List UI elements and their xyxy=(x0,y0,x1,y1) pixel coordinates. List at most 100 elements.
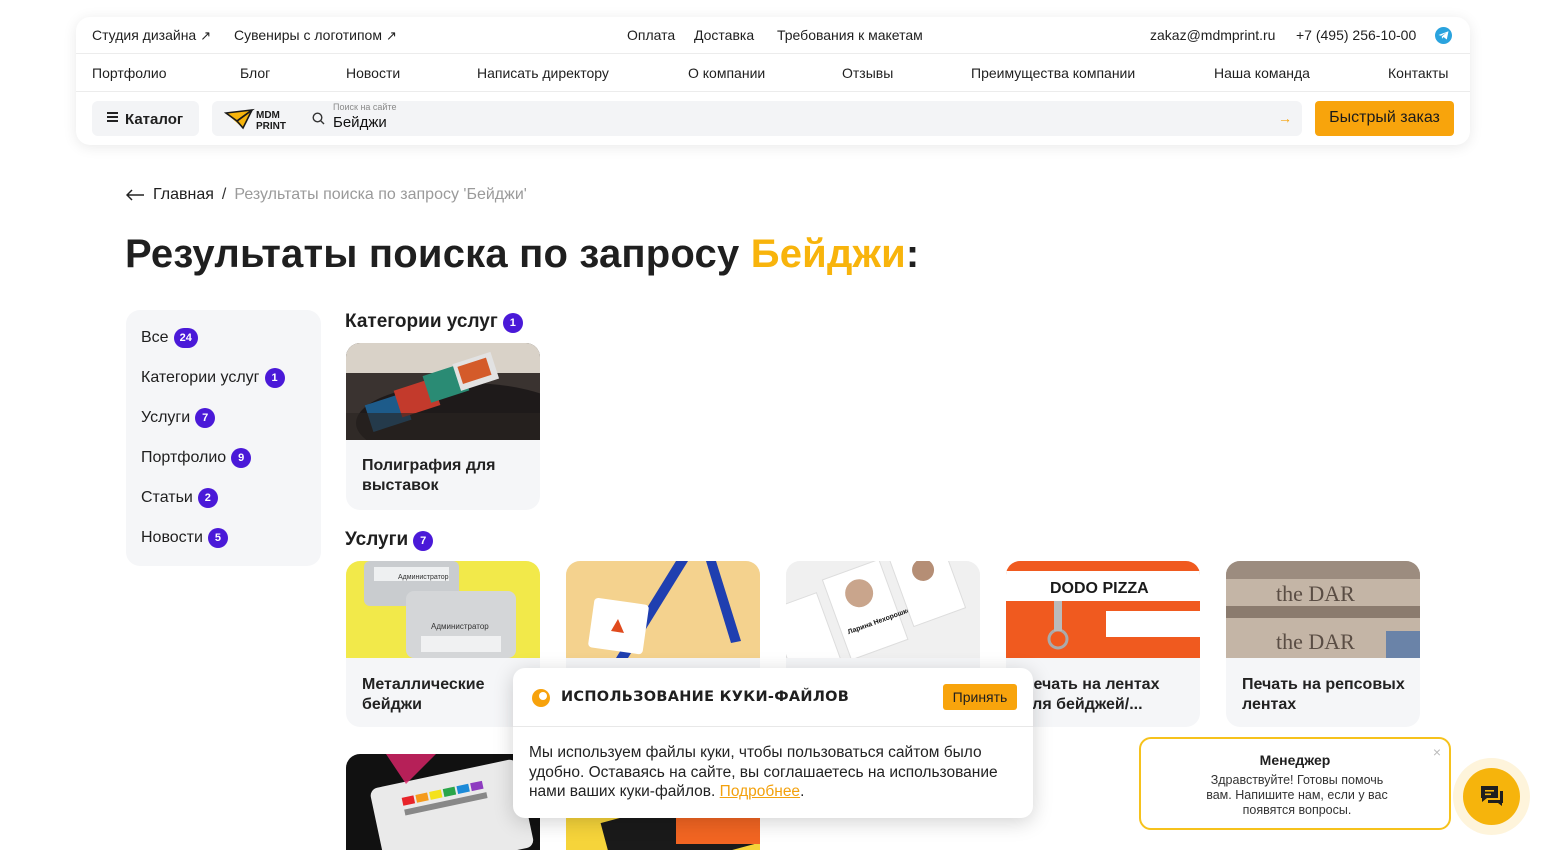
card-title-line: Металлические xyxy=(362,676,485,693)
nav-team[interactable]: Наша команда xyxy=(1214,65,1310,81)
count-badge: 24 xyxy=(173,328,198,348)
chat-bubble-icon xyxy=(1481,786,1503,806)
section-title-label: Услуги xyxy=(345,529,409,550)
delivery-link[interactable]: Доставка xyxy=(694,27,754,43)
main-nav: Портфолио Блог Новости Написать директор… xyxy=(76,54,1470,92)
breadcrumb-home[interactable]: Главная xyxy=(153,186,214,203)
telegram-icon[interactable] xyxy=(1435,27,1452,44)
cookie-title: ИСПОЛЬЗОВАНИЕ КУКИ-ФАЙЛОВ xyxy=(561,689,850,705)
filter-label: Статьи xyxy=(141,489,193,506)
cookie-text: Мы используем файлы куки, чтобы пользова… xyxy=(529,744,998,800)
top-bar: Студия дизайна ↗ Сувениры с логотипом ↗ Оп… xyxy=(76,17,1470,54)
phone-link[interactable]: +7 (495) 256-10-00 xyxy=(1296,27,1416,43)
close-icon[interactable]: × xyxy=(1433,744,1441,760)
nav-portfolio[interactable]: Портфолио xyxy=(92,65,167,81)
card-title-line: выставок xyxy=(362,477,439,494)
search-input[interactable]: Поиск на сайте Бейджи → xyxy=(302,101,1302,136)
filter-label: Услуги xyxy=(141,409,191,426)
card-plastic-badges[interactable] xyxy=(346,754,540,850)
card-title-line: Печать на лентах xyxy=(1022,676,1160,693)
badge-image-text: Администратор xyxy=(431,622,489,631)
filter-articles[interactable]: Статьи 2 xyxy=(141,488,218,508)
filter-portfolio[interactable]: Портфолио 9 xyxy=(141,448,252,468)
souvenirs-link[interactable]: Сувениры с логотипом ↗ xyxy=(234,27,397,44)
card-exhibition-printing[interactable]: Полиграфия для выставок xyxy=(346,343,540,510)
cookie-more-link[interactable]: Подробнее xyxy=(720,783,800,800)
section-title-categories: Категории услуг 1 xyxy=(345,311,523,333)
design-studio-link[interactable]: Студия дизайна ↗ xyxy=(92,27,211,44)
ribbon-image-text: DODO PIZZA xyxy=(1050,580,1149,597)
quick-order-button[interactable]: Быстрый заказ xyxy=(1315,101,1454,136)
chat-popup: Менеджер Здравствуйте! Готовы помочь вам… xyxy=(1139,737,1451,830)
count-badge: 7 xyxy=(413,531,434,551)
email-link[interactable]: zakaz@mdmprint.ru xyxy=(1150,27,1275,43)
card-image xyxy=(566,561,760,658)
filter-label: Категории услуг xyxy=(141,369,260,386)
nav-reviews[interactable]: Отзывы xyxy=(842,65,893,81)
search-icon xyxy=(312,112,325,130)
souvenirs-label: Сувениры с логотипом xyxy=(234,27,382,43)
card-title: Металлические бейджи xyxy=(362,675,485,715)
logo-text-bottom: PRINT xyxy=(256,121,286,132)
card-title: Печать на репсовых лентах xyxy=(1242,675,1405,715)
count-badge: 5 xyxy=(207,528,228,548)
menu-icon xyxy=(107,110,118,124)
filter-label: Новости xyxy=(141,529,203,546)
page-title-prefix: Результаты поиска по запросу xyxy=(125,232,740,276)
card-image: Ларина Нехорошкова xyxy=(786,561,980,658)
nav-news[interactable]: Новости xyxy=(346,65,400,81)
search-bar-row: Каталог MDM PRINT Поиск на сайте Бейджи … xyxy=(76,92,1470,145)
count-badge: 2 xyxy=(197,488,218,508)
card-title: Полиграфия для выставок xyxy=(362,456,495,496)
card-grosgrain-ribbons[interactable]: the DAR the DAR Печать на репсовых лентах xyxy=(1226,561,1420,727)
accept-cookies-button[interactable]: Принять xyxy=(943,684,1017,710)
nav-about[interactable]: О компании xyxy=(688,65,765,81)
payment-link[interactable]: Оплата xyxy=(627,27,675,43)
card-image xyxy=(346,754,540,850)
results-filter-sidebar: Все 24 Категории услуг 1 Услуги 7 Портфолио… xyxy=(126,310,321,566)
count-badge: 7 xyxy=(195,408,216,428)
filter-all[interactable]: Все 24 xyxy=(141,328,198,348)
badge-image-text: Администратор xyxy=(398,574,449,581)
filter-label: Портфолио xyxy=(141,449,227,466)
card-image: the DAR the DAR xyxy=(1226,561,1420,658)
card-title-line: для бейджей/... xyxy=(1022,696,1143,713)
card-image: DODO PIZZA xyxy=(1006,561,1200,658)
count-badge: 1 xyxy=(264,368,285,388)
breadcrumb: Главная / Результаты поиска по запросу 'Бе… xyxy=(125,186,527,206)
nav-contacts[interactable]: Контакты xyxy=(1388,65,1448,81)
cookie-icon xyxy=(532,689,550,707)
card-title-line: бейджи xyxy=(362,696,422,713)
arrow-right-icon[interactable]: → xyxy=(1278,110,1292,126)
logo-text-top: MDM xyxy=(256,110,280,121)
card-title-line: Полиграфия для xyxy=(362,457,496,474)
card-image xyxy=(346,343,540,440)
search-value: Бейджи xyxy=(333,114,387,131)
divider xyxy=(513,726,1033,727)
nav-advantages[interactable]: Преимущества компании xyxy=(971,65,1135,81)
layout-requirements-link[interactable]: Требования к макетам xyxy=(777,27,923,43)
card-image: Администратор Администратор xyxy=(346,561,540,658)
catalog-button[interactable]: Каталог xyxy=(92,101,199,136)
filter-label: Все xyxy=(141,329,169,346)
catalog-label: Каталог xyxy=(125,111,184,128)
ribbon-image-text: the DAR xyxy=(1276,629,1355,654)
filter-news[interactable]: Новости 5 xyxy=(141,528,228,548)
logo-icon: MDM PRINT xyxy=(223,108,286,132)
chat-message: Здравствуйте! Готовы помочь вам. Напишит… xyxy=(1206,773,1388,817)
filter-service-categories[interactable]: Категории услуг 1 xyxy=(141,368,285,388)
chat-title: Менеджер xyxy=(1259,752,1331,768)
nav-write-director[interactable]: Написать директору xyxy=(477,65,609,81)
section-title-label: Категории услуг xyxy=(345,311,498,332)
card-metal-badges[interactable]: Администратор Администратор Металлически… xyxy=(346,561,540,727)
nav-blog[interactable]: Блог xyxy=(240,65,270,81)
chat-open-button[interactable] xyxy=(1463,768,1520,825)
filter-services[interactable]: Услуги 7 xyxy=(141,408,216,428)
page-title-suffix: : xyxy=(905,232,920,276)
site-header: Студия дизайна ↗ Сувениры с логотипом ↗ Оп… xyxy=(76,17,1470,145)
logo[interactable]: MDM PRINT xyxy=(212,101,302,136)
card-badge-ribbons[interactable]: DODO PIZZA Печать на лентах для бейджей/.… xyxy=(1006,561,1200,727)
count-badge: 1 xyxy=(502,313,523,333)
back-arrow-icon[interactable] xyxy=(125,188,145,206)
ribbon-image-text: the DAR xyxy=(1276,581,1355,606)
